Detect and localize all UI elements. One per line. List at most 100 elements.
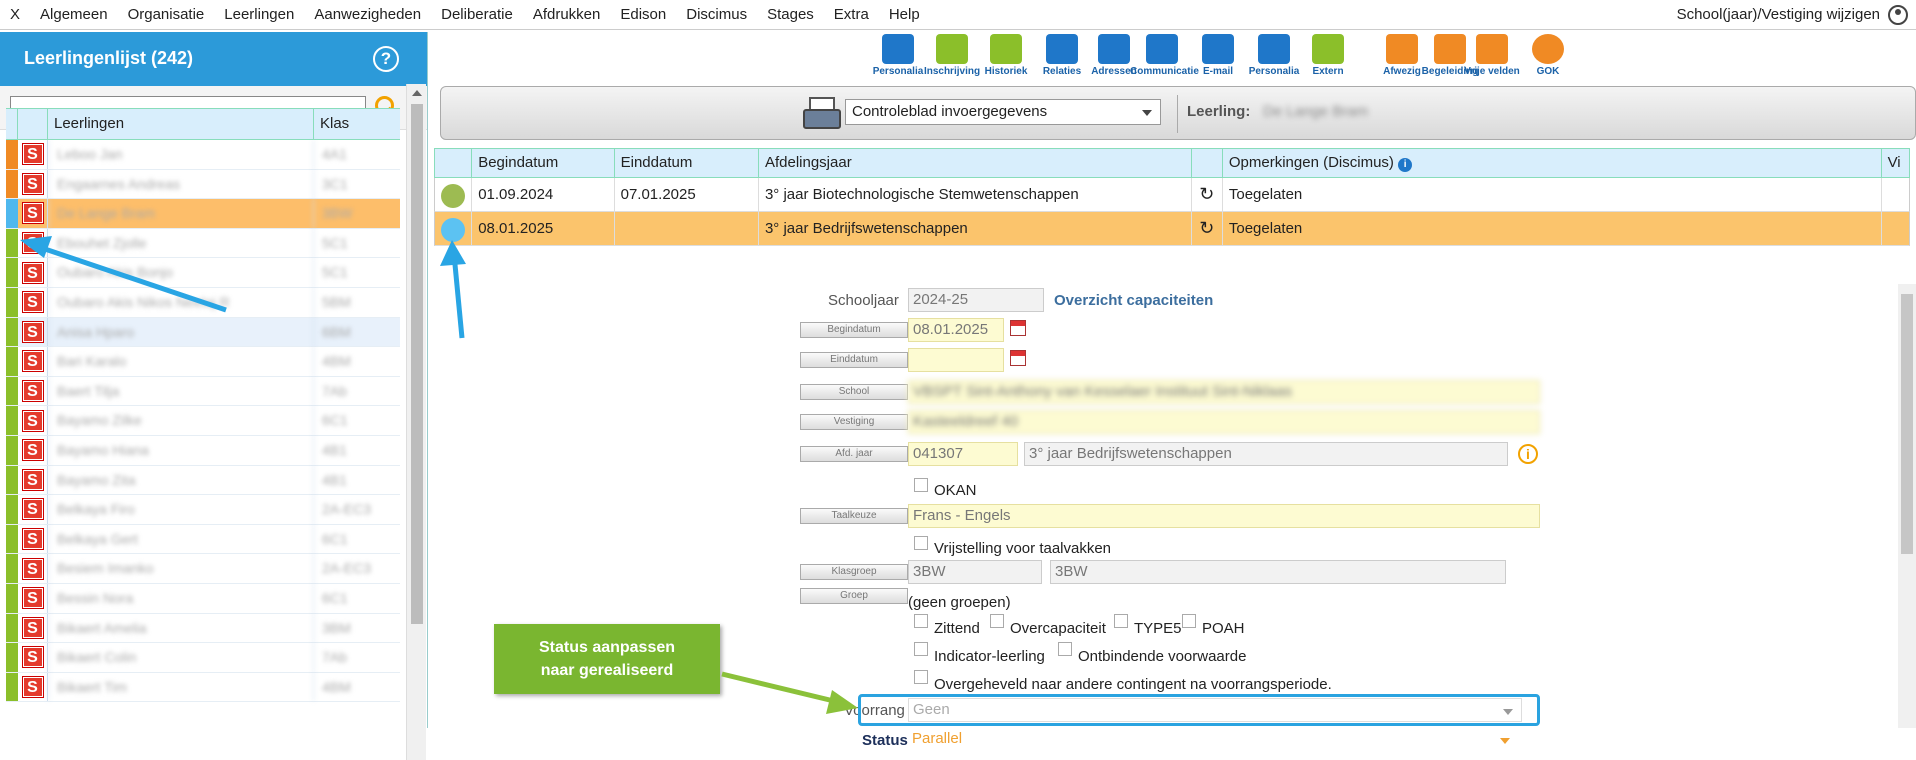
toolbar-historiek-button[interactable]: Historiek [974, 34, 1038, 77]
schooljaar-field[interactable]: 2024-25 [908, 288, 1044, 312]
table-row[interactable]: S Engaarnes Andreas 3C1 [6, 169, 400, 200]
indicator-checkbox[interactable] [914, 642, 928, 656]
table-row[interactable]: 08.01.2025 3° jaar Bedrijfswetenschappen… [434, 212, 1910, 246]
afd-name-field[interactable]: 3° jaar Bedrijfswetenschappen [1024, 442, 1508, 466]
row-color-marker [6, 317, 18, 347]
menu-item-aanwezigheden[interactable]: Aanwezigheden [304, 0, 431, 30]
table-row[interactable]: S Bessin Nora 6C1 [6, 583, 400, 614]
begindatum-field[interactable]: 08.01.2025 [908, 318, 1004, 342]
chevron-down-icon [1500, 738, 1510, 744]
menu-item-afdrukken[interactable]: Afdrukken [523, 0, 611, 30]
toolbar-communicatie-button[interactable]: Communicatie [1130, 34, 1199, 77]
taalkeuze-field[interactable]: Frans - Engels [908, 504, 1540, 528]
form-scrollbar[interactable] [1898, 284, 1916, 728]
taalkeuze-label-button[interactable]: Taalkeuze [800, 508, 908, 524]
table-row[interactable]: S Oubaro Akis Nikos Neelaj R 5BM [6, 287, 400, 318]
begindatum-col-header[interactable]: Begindatum [472, 149, 615, 177]
menu-item-algemeen[interactable]: Algemeen [30, 0, 118, 30]
overcapaciteit-checkbox[interactable] [990, 614, 1004, 628]
table-row[interactable]: S Bayamo Zita 4B1 [6, 465, 400, 496]
vi-col-header[interactable]: Vi [1882, 149, 1909, 177]
info-icon[interactable]: i [1398, 158, 1413, 172]
menu-item-extra[interactable]: Extra [824, 0, 879, 30]
zittend-checkbox[interactable] [914, 614, 928, 628]
table-row[interactable]: S Ebouhet Zjolle 5C1 [6, 228, 400, 259]
menu-item-deliberatie[interactable]: Deliberatie [431, 0, 523, 30]
type5-checkbox[interactable] [1114, 614, 1128, 628]
menu-item-x[interactable]: X [0, 0, 30, 30]
help-icon[interactable]: ? [373, 46, 399, 72]
status-select[interactable]: Parallel [908, 728, 1518, 752]
scrollbar-thumb[interactable] [1901, 294, 1913, 554]
overzicht-capaciteiten-link[interactable]: Overzicht capaciteiten [1054, 292, 1213, 309]
scroll-up-arrow-icon[interactable] [412, 90, 422, 96]
calendar-icon[interactable] [1010, 320, 1026, 336]
status-cell: S [18, 465, 48, 495]
okan-checkbox[interactable] [914, 478, 928, 492]
table-row[interactable]: S De Lange Bram 3BW [6, 199, 400, 229]
table-row[interactable]: S Belkaya Gert 6C1 [6, 524, 400, 555]
vestiging-field[interactable]: Kasteeldreef 40 [908, 410, 1540, 434]
scrollbar-thumb[interactable] [411, 104, 423, 624]
status-cell: S [18, 228, 48, 258]
table-row[interactable]: S Bikaert Tim 4BM [6, 672, 400, 703]
school-label-button[interactable]: School [800, 384, 908, 400]
callout-line-1: Status aanpassen [538, 639, 676, 656]
table-row[interactable]: S Bikaert Amelia 3BM [6, 613, 400, 644]
table-row[interactable]: S Baert Tilja 7Ab [6, 376, 400, 407]
printer-icon[interactable] [803, 97, 841, 129]
overgeheveld-checkbox[interactable] [914, 670, 928, 684]
table-row[interactable]: S Anisa Hparo 6BM [6, 317, 400, 348]
klas-col-header[interactable]: Klas [314, 109, 388, 139]
begindatum-label-button[interactable]: Begindatum [800, 322, 908, 338]
menu-item-help[interactable]: Help [879, 0, 930, 30]
table-row[interactable]: 01.09.2024 07.01.2025 3° jaar Biotechnol… [434, 178, 1910, 212]
report-select[interactable]: Controleblad invoergegevens [845, 99, 1161, 125]
table-row[interactable]: S Oubaro Akis Bonjo 5C1 [6, 258, 400, 288]
klasgroep-field-2[interactable]: 3BW [1050, 560, 1506, 584]
afd-jaar-label-button[interactable]: Afd. jaar [800, 446, 908, 462]
calendar-icon[interactable] [1010, 350, 1026, 366]
row-color-marker [6, 287, 18, 317]
table-row[interactable]: S Belkaya Firo 2A-EC3 [6, 495, 400, 525]
school-field[interactable]: VBSPT Sint-Anthony van Kesselaer Institu… [908, 380, 1540, 404]
toolbar-vrije-velden-button[interactable]: Vrije velden [1460, 34, 1524, 77]
toolbar-label: Relaties [1042, 66, 1082, 77]
table-row[interactable]: S Bayamo Zilke 6C1 [6, 406, 400, 436]
menu-item-leerlingen[interactable]: Leerlingen [214, 0, 304, 30]
user-icon[interactable] [1888, 5, 1908, 25]
groep-label-button[interactable]: Groep [800, 588, 908, 604]
einddatum-field[interactable] [908, 348, 1004, 372]
klasgroep-field[interactable]: 3BW [908, 560, 1042, 584]
table-row[interactable]: S Bari Karalo 4BM [6, 347, 400, 377]
table-row[interactable]: S Besiem Imanko 2A-EC3 [6, 554, 400, 584]
klasgroep-label-button[interactable]: Klasgroep [800, 564, 908, 580]
menu-item-organisatie[interactable]: Organisatie [118, 0, 215, 30]
afd-code-field[interactable]: 041307 [908, 442, 1018, 466]
afdelingsjaar-col-header[interactable]: Afdelingsjaar [759, 149, 1192, 177]
einddatum-col-header[interactable]: Einddatum [615, 149, 759, 177]
table-row[interactable]: S Bikaert Colin 7Ab [6, 643, 400, 673]
student-list-scrollbar[interactable] [406, 84, 426, 760]
info-icon[interactable]: i [1518, 444, 1538, 464]
poah-checkbox[interactable] [1182, 614, 1196, 628]
ontbindende-checkbox[interactable] [1058, 642, 1072, 656]
leerlingen-col-header[interactable]: Leerlingen [48, 109, 314, 139]
s-status-icon: S [22, 381, 43, 402]
toolbar-extern-button[interactable]: Extern [1296, 34, 1360, 77]
einddatum-label-button[interactable]: Einddatum [800, 352, 908, 368]
opmerkingen-col-header[interactable]: Opmerkingen (Discimus) i [1223, 149, 1882, 177]
change-school-link[interactable]: School(jaar)/Vestiging wijzigen [1677, 0, 1880, 30]
menu-item-stages[interactable]: Stages [757, 0, 824, 30]
toolbar-e-mail-button[interactable]: E-mail [1186, 34, 1250, 77]
vrijstelling-checkbox[interactable] [914, 536, 928, 550]
table-row[interactable]: S Leboo Jan 4A1 [6, 140, 400, 170]
menu-item-edison[interactable]: Edison [610, 0, 676, 30]
table-row[interactable]: S Bayamo Hiana 4B1 [6, 435, 400, 466]
globe-icon [1532, 34, 1564, 64]
refresh-icon[interactable]: ↻ [1192, 212, 1223, 245]
menu-item-discimus[interactable]: Discimus [676, 0, 757, 30]
vestiging-label-button[interactable]: Vestiging [800, 414, 908, 430]
refresh-icon[interactable]: ↻ [1192, 178, 1223, 211]
toolbar-gok-button[interactable]: GOK [1516, 34, 1580, 77]
